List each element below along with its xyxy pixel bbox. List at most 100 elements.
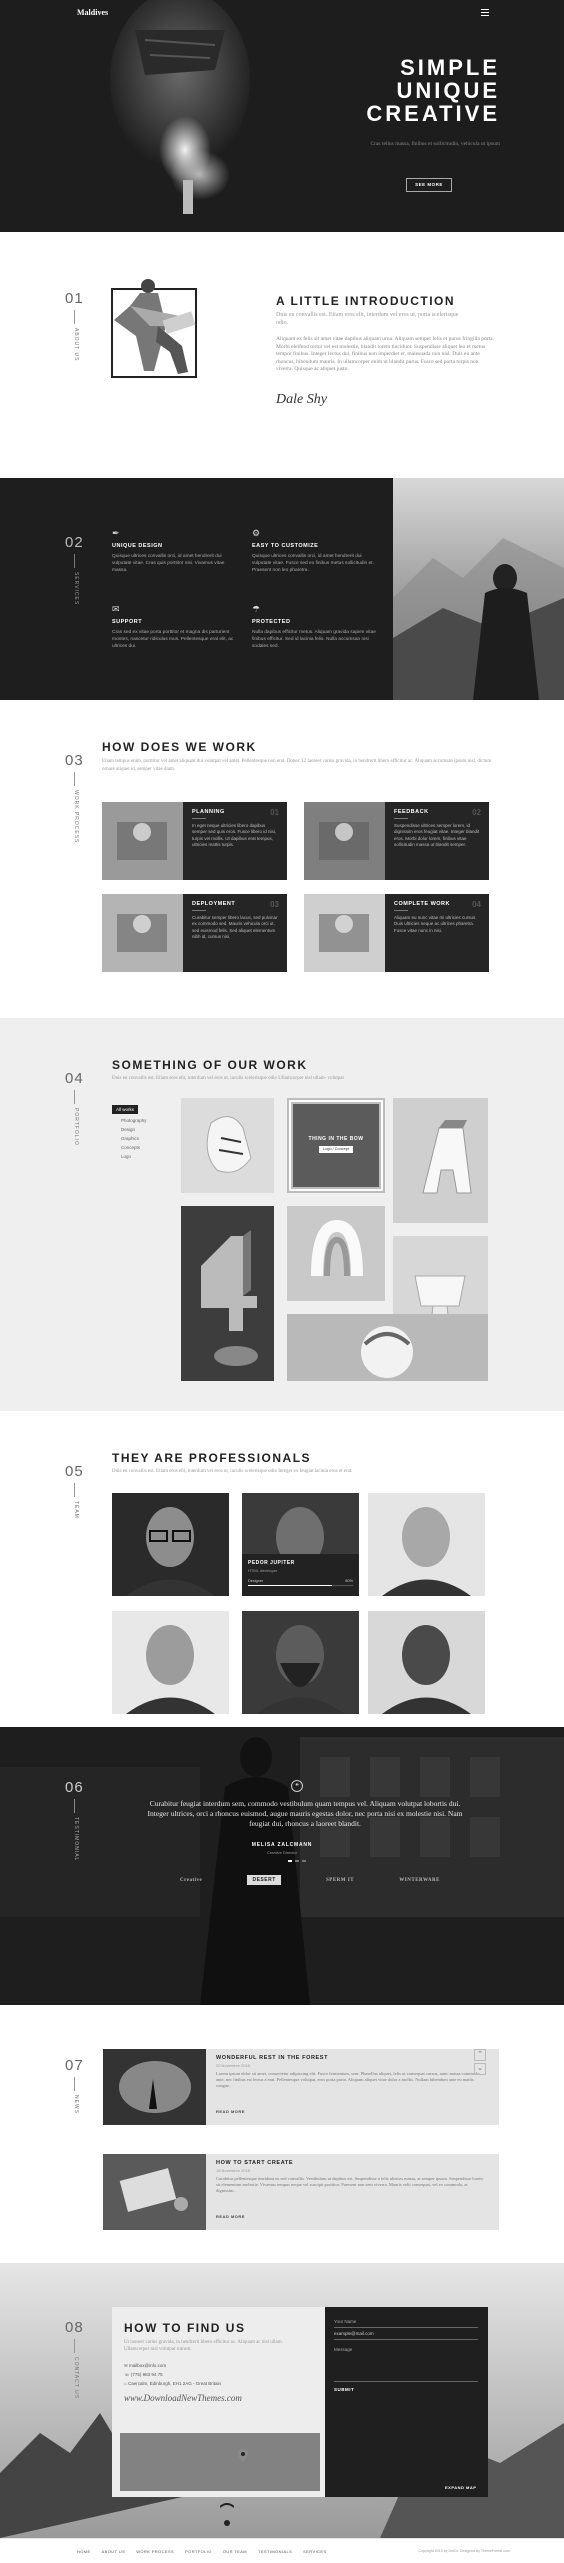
portfolio-item-letter-a[interactable] (393, 1098, 488, 1223)
hero-background-image (95, 0, 265, 232)
skill-percent: 80% (345, 1579, 353, 1583)
portfolio-filter[interactable]: Logo (121, 1154, 172, 1159)
see-more-button[interactable]: SEE MORE (406, 178, 452, 192)
section-number: 07 (65, 2057, 84, 2074)
portfolio-item-sphere[interactable] (287, 1314, 488, 1381)
side-label: WORK PROCESS (73, 790, 79, 844)
footer-nav: HOME ABOUT US WORK PROCESS PORTFOLIO OUR TEA… (77, 2549, 338, 2554)
client-logo: DESERT (247, 1875, 281, 1885)
footer-nav-link[interactable]: PORTFOLIO (185, 2549, 212, 2554)
services-section: 02 SERVICES ✒ UNIQUE DESIGN Quisque ultr… (0, 478, 564, 700)
portfolio-item-hover[interactable]: THING IN THE BOW Logo / Concept (287, 1098, 385, 1193)
contact-section: 08 CONTACT US HOW TO FIND US Ut laoreet … (0, 2263, 564, 2538)
portfolio-item-sculpture[interactable] (287, 1206, 385, 1301)
name-input[interactable] (334, 2327, 478, 2328)
watermark-text: www.DownloadNewThemes.com (124, 2393, 242, 2403)
section-number: 04 (65, 1070, 84, 1087)
section-number: 05 (65, 1463, 84, 1480)
section-number: 03 (65, 752, 84, 769)
blog-post: WONDERFUL REST IN THE FOREST 20 Novembre… (103, 2049, 499, 2125)
read-more-link[interactable]: READ MORE (216, 2214, 245, 2219)
process-card-number: 02 (472, 808, 481, 817)
side-label: CONTACT US (73, 2357, 79, 2400)
service-text: Quisque ultrices convallis orci, id amet… (112, 554, 225, 573)
team-section: 05 TEAM THEY ARE PROFESSIONALS Duis eu c… (0, 1411, 564, 1727)
footer-nav-link[interactable]: ABOUT US (102, 2549, 126, 2554)
team-member-card[interactable] (368, 1611, 485, 1714)
blog-post-title[interactable]: HOW TO START CREATE (216, 2160, 293, 2166)
hero-line-2: UNIQUE (396, 78, 500, 103)
message-textarea[interactable] (334, 2381, 478, 2382)
submit-button[interactable]: SUBMIT (334, 2387, 354, 2392)
portfolio-item-number-4[interactable] (181, 1206, 274, 1381)
name-label: Your Name (334, 2319, 357, 2324)
process-card-title: DEPLOYMENT (192, 901, 236, 907)
hamburger-menu-icon[interactable] (481, 9, 489, 16)
blog-post-image[interactable] (103, 2154, 206, 2230)
site-logo[interactable]: Maldives (77, 8, 108, 17)
footer-nav-link[interactable]: WORK PROCESS (136, 2549, 174, 2554)
testimonial-pagination[interactable] (288, 1860, 308, 1862)
process-card-image (304, 894, 385, 972)
about-section: 01 ABOUT US A LITTLE INTRODUCTION Duis e… (0, 232, 564, 478)
team-member-photo (242, 1611, 359, 1714)
section-number: 01 (65, 290, 84, 307)
hero-heading: SIMPLE UNIQUE CREATIVE (310, 56, 500, 125)
portfolio-filter-list: All works Photography Design Graphics Concep… (112, 1098, 172, 1163)
footer-nav-link[interactable]: HOME (77, 2549, 91, 2554)
portfolio-filter[interactable]: Graphics (121, 1136, 172, 1141)
team-member-card[interactable] (368, 1493, 485, 1596)
process-card-number: 04 (472, 900, 481, 909)
service-text: Quisque ultrices convallis orci, id amet… (252, 554, 374, 573)
process-card-text: Aliquam eu nunc vitae mi ultricies cursu… (394, 915, 477, 933)
process-card: 01 PLANNING In eget neque ultricies libe… (102, 802, 287, 880)
process-title: HOW DOES WE WORK (102, 740, 257, 754)
portfolio-filter[interactable]: All works (112, 1105, 139, 1114)
team-member-card[interactable] (112, 1493, 229, 1596)
testimonial-quote: Curabitur feugiat interdum sem, commodo … (147, 1799, 463, 1828)
blog-post-title[interactable]: WONDERFUL REST IN THE FOREST (216, 2055, 328, 2061)
contact-title: HOW TO FIND US (124, 2321, 246, 2335)
portfolio-filter[interactable]: Concepts (121, 1145, 172, 1150)
portfolio-item-shoe[interactable] (181, 1098, 274, 1193)
blog-post-image[interactable] (103, 2049, 206, 2125)
client-logo: Creative (180, 1877, 203, 1883)
map-area[interactable] (120, 2433, 320, 2491)
process-card: 04 COMPLETE WORK Aliquam eu nunc vitae m… (304, 894, 489, 972)
sliders-icon: ⚙ (252, 528, 261, 538)
arrow-down-icon[interactable]: ⌄ (474, 2063, 486, 2075)
process-card-title: PLANNING (192, 809, 225, 815)
copyright: Copyright 2015 by DotGr. Designed by The… (418, 2549, 510, 2553)
process-card: 03 DEPLOYMENT Curabitur semper libero la… (102, 894, 287, 972)
section-number: 02 (65, 534, 84, 551)
service-title: UNIQUE DESIGN (112, 543, 163, 549)
expand-map-link[interactable]: EXPAND MAP (445, 2485, 476, 2490)
portfolio-filter[interactable]: Photography (121, 1118, 172, 1123)
footer-nav-link[interactable]: SERVICES (303, 2549, 326, 2554)
read-more-link[interactable]: READ MORE (216, 2109, 245, 2114)
team-member-name: PEDOR JUPITER (248, 1560, 295, 1566)
footer-nav-link[interactable]: TESTIMONIALS (258, 2549, 292, 2554)
service-item: ⚙ EASY TO CUSTOMIZE Quisque ultrices con… (252, 528, 377, 574)
side-label: NEWS (73, 2095, 79, 2114)
footer-nav-link[interactable]: OUR TEAM (223, 2549, 247, 2554)
process-card-number: 01 (270, 808, 279, 817)
contact-email[interactable]: mailbox@info.com (129, 2363, 166, 2368)
email-input[interactable]: example@mail.com (334, 2331, 374, 2336)
team-member-photo (368, 1493, 485, 1596)
arrow-up-icon[interactable]: ⌃ (474, 2049, 486, 2061)
portfolio-filter[interactable]: Design (121, 1127, 172, 1132)
team-member-card[interactable] (112, 1611, 229, 1714)
portfolio-hover-tag: Logo / Concept (319, 1146, 353, 1153)
portfolio-subtitle: Duis eu convallis est. Etiam eros elit, … (112, 1076, 344, 1081)
team-member-role: HTML developer (248, 1568, 278, 1573)
section-number: 06 (65, 1779, 84, 1796)
testimonial-background-image (0, 1727, 564, 2005)
contact-details: ✉ mailbox@info.com ☏ (775) 983 94 75 ⌂ C… (124, 2361, 221, 2388)
side-label: ABOUT US (73, 328, 79, 362)
team-member-card[interactable] (242, 1611, 359, 1714)
paraglider-figure (220, 2503, 234, 2526)
team-member-card[interactable]: PEDOR JUPITER HTML developer Designer 80% (242, 1493, 359, 1596)
blog-post-excerpt: Lorem ipsum dolor sit amet, consectetur … (216, 2071, 480, 2088)
about-subtitle: Duis eu convallis est. Etiam eros elit, … (276, 312, 459, 326)
